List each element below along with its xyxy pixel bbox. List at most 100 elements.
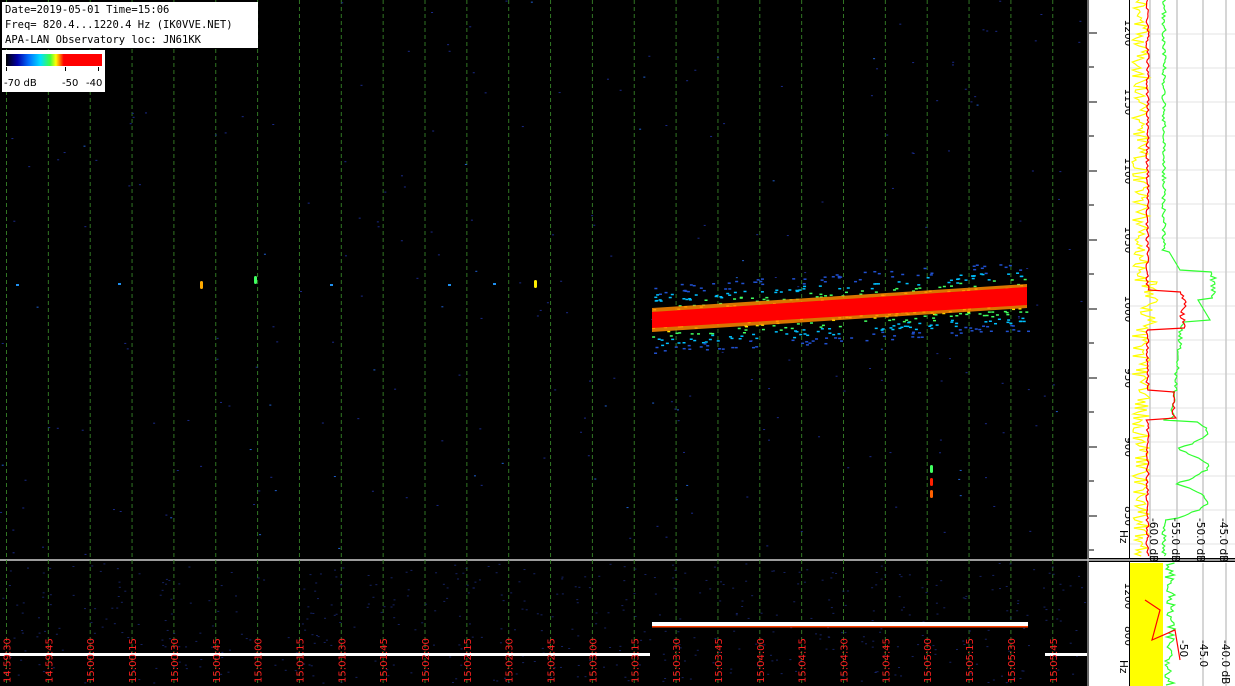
lower-noise bbox=[303, 588, 306, 590]
lower-noise bbox=[301, 623, 304, 625]
lower-noise bbox=[1006, 610, 1009, 612]
signal-speckle bbox=[933, 319, 937, 322]
signal-speckle bbox=[918, 287, 922, 289]
time-label: 15:04:30 bbox=[840, 638, 851, 683]
noise-dot bbox=[583, 417, 586, 419]
noise-dot bbox=[959, 469, 962, 471]
time-label: 15:00:00 bbox=[86, 638, 97, 683]
signal-speckle bbox=[959, 282, 963, 285]
lower-noise bbox=[161, 639, 164, 641]
lower-noise bbox=[940, 580, 943, 582]
lower-noise bbox=[643, 631, 646, 633]
signal-speckle bbox=[1010, 324, 1014, 327]
lower-noise bbox=[1005, 585, 1008, 587]
lower-noise bbox=[127, 636, 130, 638]
noise-dot bbox=[1, 464, 4, 466]
noise-dot bbox=[984, 423, 987, 425]
noise-dot bbox=[1036, 304, 1039, 306]
noise-dot bbox=[400, 175, 403, 177]
lower-noise bbox=[103, 563, 106, 565]
lower-noise bbox=[118, 581, 121, 583]
noise-dot bbox=[889, 452, 892, 454]
lower-noise bbox=[735, 614, 738, 616]
lower-noise bbox=[735, 612, 738, 614]
noise-dot bbox=[132, 116, 135, 118]
signal-speckle bbox=[699, 346, 703, 348]
lower-noise bbox=[319, 573, 322, 575]
signal-speckle bbox=[984, 321, 988, 323]
noise-dot bbox=[24, 479, 27, 481]
meteor-echo bbox=[930, 490, 933, 498]
lower-noise bbox=[185, 646, 188, 648]
signal-speckle bbox=[987, 279, 991, 281]
signal-speckle bbox=[991, 315, 995, 318]
noise-dot bbox=[447, 44, 450, 46]
lower-noise bbox=[622, 609, 625, 611]
noise-dot bbox=[1026, 268, 1029, 270]
signal-speckle bbox=[999, 264, 1003, 266]
lower-noise bbox=[987, 681, 990, 683]
signal-speckle bbox=[974, 328, 978, 330]
noise-dot bbox=[83, 145, 86, 147]
lower-noise bbox=[116, 568, 119, 570]
lower-noise bbox=[683, 660, 686, 662]
noise-dot bbox=[81, 429, 84, 431]
signal-speckle bbox=[978, 328, 982, 331]
signal-speckle bbox=[891, 276, 895, 278]
signal-speckle bbox=[975, 264, 979, 266]
noise-dot bbox=[1057, 198, 1060, 200]
noise-dot bbox=[1001, 382, 1004, 384]
signal-speckle bbox=[706, 345, 710, 347]
lower-noise bbox=[449, 656, 452, 658]
signal-speckle bbox=[923, 267, 927, 270]
lower-noise bbox=[434, 610, 437, 612]
lower-noise bbox=[257, 577, 260, 579]
lower-noise bbox=[105, 618, 108, 620]
frequency-range-line: Freq= 820.4...1220.4 Hz (IK0VVE.NET) bbox=[5, 19, 233, 31]
signal-speckle bbox=[790, 327, 794, 330]
lower-noise bbox=[340, 584, 343, 586]
signal-speckle bbox=[702, 289, 706, 292]
main-waterfall-area bbox=[0, 0, 1087, 558]
noise-dot bbox=[952, 61, 955, 63]
noise-dot bbox=[804, 272, 807, 274]
lower-noise bbox=[674, 569, 677, 571]
noise-dot bbox=[394, 388, 397, 390]
signal-speckle bbox=[1019, 269, 1023, 271]
lower-noise bbox=[644, 574, 647, 576]
lower-noise bbox=[551, 616, 554, 618]
lower-noise bbox=[955, 648, 958, 650]
signal-speckle bbox=[920, 336, 924, 338]
noise-dot bbox=[800, 531, 803, 533]
lower-noise bbox=[1009, 617, 1012, 619]
lower-noise bbox=[603, 666, 606, 668]
lower-noise bbox=[21, 632, 24, 634]
lower-noise bbox=[902, 606, 905, 608]
lower-noise bbox=[623, 566, 626, 568]
signal-speckle bbox=[854, 280, 858, 283]
signal-speckle bbox=[917, 284, 921, 286]
noise-dot bbox=[448, 50, 451, 52]
lower-noise bbox=[609, 563, 612, 565]
signal-speckle bbox=[720, 296, 724, 299]
noise-dot bbox=[84, 226, 87, 228]
noise-dot bbox=[880, 348, 883, 350]
lower-noise bbox=[732, 587, 735, 589]
signal-speckle bbox=[809, 292, 813, 295]
noise-dot bbox=[746, 496, 749, 498]
lower-noise bbox=[523, 569, 526, 571]
noise-dot bbox=[539, 309, 542, 311]
signal-speckle bbox=[929, 324, 933, 326]
noise-dot bbox=[480, 317, 483, 319]
lower-noise bbox=[884, 574, 887, 576]
signal-speckle bbox=[733, 298, 737, 300]
lower-noise bbox=[498, 563, 501, 565]
signal-speckle bbox=[689, 338, 693, 340]
lower-noise bbox=[101, 626, 104, 628]
time-label: 15:01:30 bbox=[337, 638, 348, 683]
noise-dot bbox=[965, 372, 968, 374]
lower-noise bbox=[17, 674, 20, 676]
signal-speckle bbox=[858, 278, 862, 281]
signal-speckle bbox=[1021, 317, 1025, 320]
noise-dot bbox=[11, 138, 14, 140]
